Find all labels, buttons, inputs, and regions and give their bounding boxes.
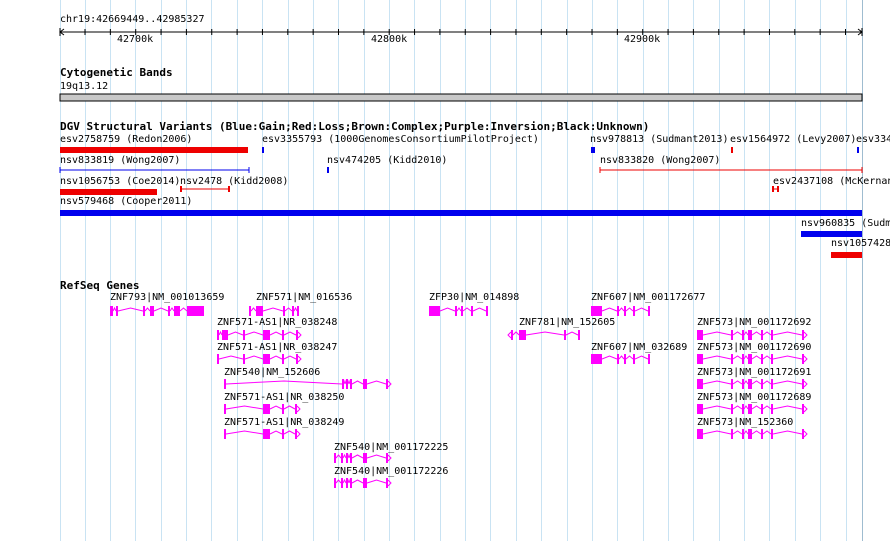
dgv-feature-glyph[interactable] bbox=[327, 167, 329, 173]
dgv-feature-glyph[interactable] bbox=[772, 186, 779, 192]
gene-model[interactable] bbox=[224, 404, 301, 414]
ruler-axis bbox=[59, 28, 863, 36]
dgv-feature-glyph[interactable] bbox=[857, 147, 859, 153]
dgv-feature-glyph[interactable] bbox=[60, 189, 157, 195]
gene-model[interactable] bbox=[334, 453, 392, 463]
dgv-feature-glyph[interactable] bbox=[731, 147, 733, 153]
dgv-feature-glyph[interactable] bbox=[831, 252, 862, 258]
gene-model[interactable] bbox=[697, 379, 808, 389]
gene-model[interactable] bbox=[217, 330, 302, 340]
dgv-feature-glyph[interactable] bbox=[59, 167, 250, 173]
genome-browser-panel: chr19:42669449..42985327 42700k 42800k 4… bbox=[0, 0, 890, 541]
dgv-feature-glyph[interactable] bbox=[262, 147, 264, 153]
gene-model[interactable] bbox=[110, 306, 204, 316]
gene-model[interactable] bbox=[249, 306, 299, 316]
dgv-feature-glyph[interactable] bbox=[60, 210, 862, 216]
gene-model[interactable] bbox=[591, 306, 650, 316]
gene-model[interactable] bbox=[224, 379, 392, 389]
cytoband-bar[interactable] bbox=[59, 93, 863, 102]
gene-model[interactable] bbox=[697, 404, 808, 414]
gene-model[interactable] bbox=[224, 429, 301, 439]
gene-model[interactable] bbox=[697, 429, 808, 439]
dgv-feature-glyph[interactable] bbox=[801, 231, 862, 237]
gene-model[interactable] bbox=[697, 330, 808, 340]
gene-models bbox=[110, 306, 808, 488]
dgv-features bbox=[59, 147, 863, 258]
dgv-feature-glyph[interactable] bbox=[599, 167, 863, 173]
dgv-feature-glyph[interactable] bbox=[60, 147, 248, 153]
gene-model[interactable] bbox=[507, 330, 580, 340]
dgv-feature-glyph[interactable] bbox=[180, 186, 230, 192]
gene-model[interactable] bbox=[591, 354, 650, 364]
gene-model[interactable] bbox=[429, 306, 488, 316]
gene-model[interactable] bbox=[697, 354, 808, 364]
gene-model[interactable] bbox=[334, 478, 392, 488]
dgv-feature-glyph[interactable] bbox=[591, 147, 595, 153]
gene-model[interactable] bbox=[217, 354, 302, 364]
tracks-canvas bbox=[59, 28, 863, 488]
